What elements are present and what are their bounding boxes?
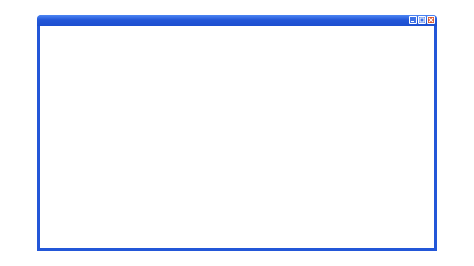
minimize-button[interactable] <box>409 16 417 24</box>
title-bar[interactable] <box>37 15 437 26</box>
window-controls <box>409 16 435 25</box>
close-button[interactable] <box>427 16 435 24</box>
minimize-icon <box>411 21 414 22</box>
maximize-button[interactable] <box>418 16 426 24</box>
close-icon <box>428 17 434 23</box>
window-client-area <box>40 26 434 248</box>
maximize-icon <box>419 17 425 23</box>
app-window <box>37 15 437 251</box>
